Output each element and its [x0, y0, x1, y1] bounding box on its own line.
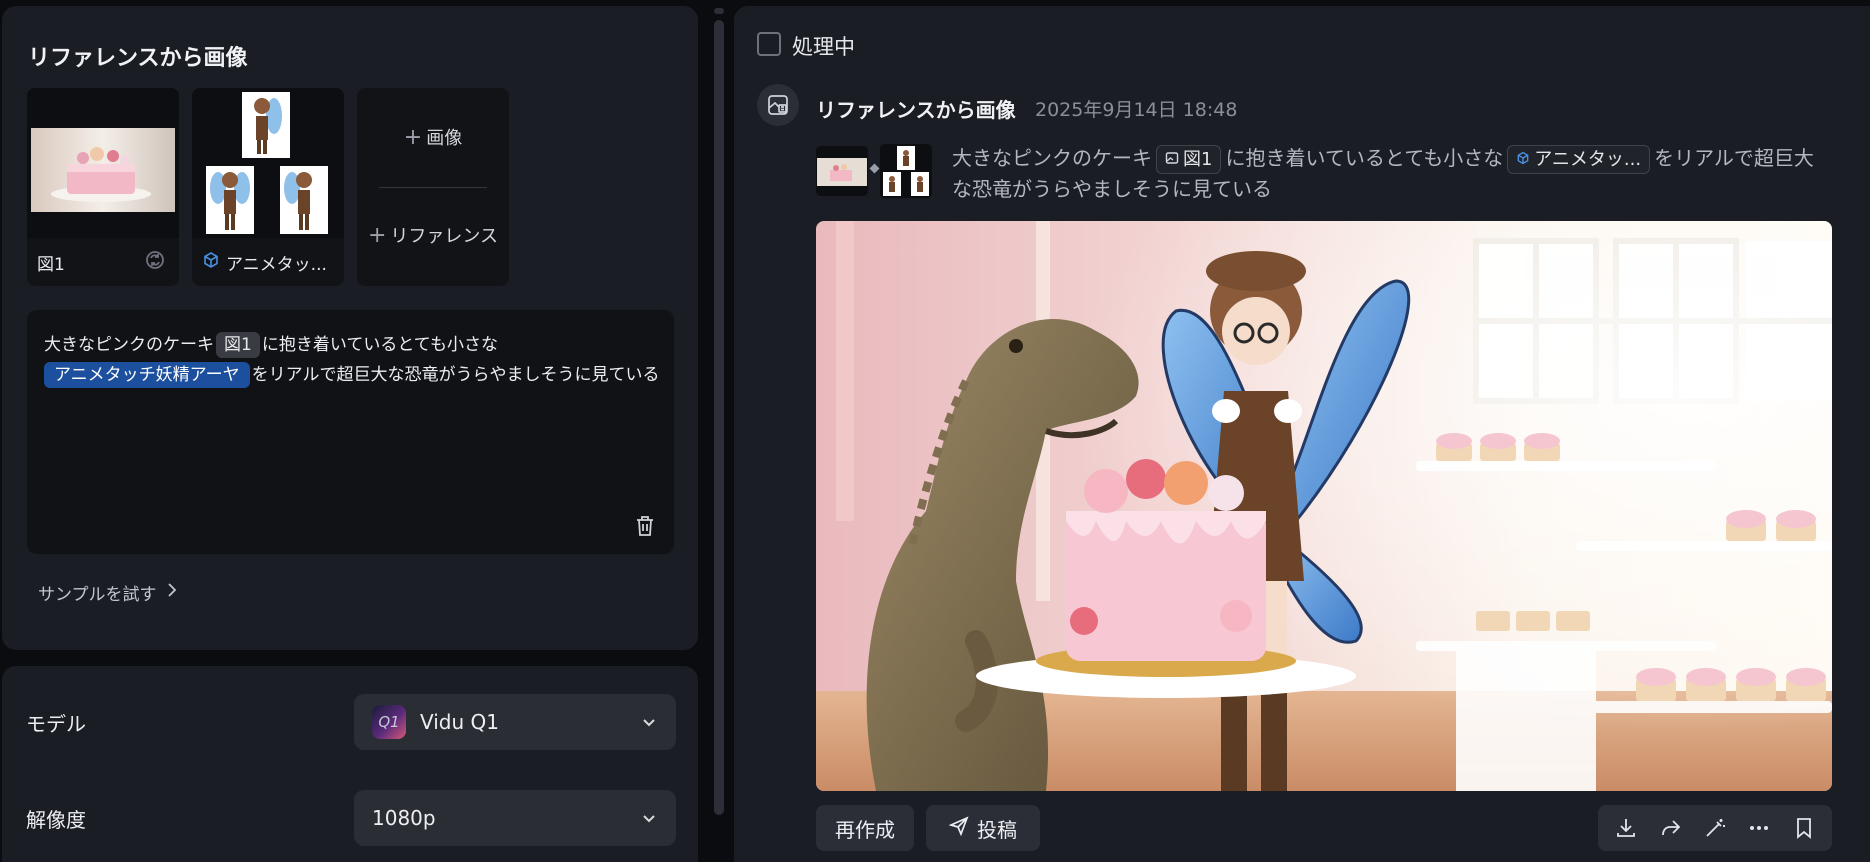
cube-icon [202, 251, 220, 274]
generation-prompt: 大きなピンクのケーキ 図1 に抱き着いているとても小さな アニメタッ... をリアルで超… [952, 145, 1814, 201]
prompt-editor[interactable]: 大きなピンクのケーキ 図1 に抱き着いているとても小さな アニメタッチ妖精アーヤ をリ… [27, 310, 674, 554]
reference-card-fig1[interactable]: 図1 [27, 88, 179, 286]
reference-image-mode-icon [757, 84, 799, 126]
processing-label: 処理中 [792, 35, 855, 59]
image-icon [1165, 146, 1179, 173]
more-icon[interactable] [1744, 813, 1774, 843]
add-reference-card: + 画像 + リファレンス [357, 88, 509, 286]
send-icon [948, 815, 969, 841]
divider [379, 187, 487, 188]
chevron-right-icon [167, 582, 177, 603]
reference-thumbnail-character[interactable] [880, 144, 932, 198]
bookmark-icon[interactable] [1789, 813, 1819, 843]
download-icon[interactable] [1611, 813, 1641, 843]
vidu-logo-icon: Q1 [372, 705, 406, 739]
swap-icon[interactable] [143, 248, 167, 272]
resolution-value: 1080p [372, 806, 436, 830]
add-reference-button[interactable]: + リファレンス [357, 222, 509, 248]
resolution-label: 解像度 [26, 808, 86, 832]
reference-label: 図1 [37, 255, 65, 275]
share-icon[interactable] [1656, 813, 1686, 843]
processing-checkbox[interactable] [757, 32, 781, 56]
settings-panel: モデル Q1 Vidu Q1 解像度 1080p [2, 666, 698, 862]
model-select[interactable]: Q1 Vidu Q1 [354, 694, 676, 750]
trash-icon[interactable] [634, 514, 656, 538]
fairy-character-thumbnail [192, 88, 344, 238]
model-label: モデル [26, 712, 86, 736]
chevron-down-icon [640, 808, 658, 826]
reference-chip-fig1[interactable]: 図1 [1156, 145, 1222, 174]
add-image-button[interactable]: + 画像 [357, 124, 509, 150]
reference-label: アニメタッ... [202, 250, 327, 275]
recreate-button[interactable]: 再作成 [816, 805, 914, 851]
scrollbar-cap [714, 8, 724, 14]
try-sample-link[interactable]: サンプルを試す [38, 580, 177, 605]
chevron-down-icon [640, 712, 658, 730]
result-toolbar [1598, 805, 1832, 851]
generation-title: リファレンスから画像 [816, 98, 1016, 122]
cube-icon [1516, 146, 1530, 173]
panel-title: リファレンスから画像 [28, 46, 248, 71]
reference-chip-character[interactable]: アニメタッ... [1507, 145, 1651, 174]
generation-timestamp: 2025年9月14日 18:48 [1035, 99, 1238, 121]
prompt-text[interactable]: 大きなピンクのケーキ 図1 に抱き着いているとても小さな アニメタッチ妖精アーヤ をリ… [44, 330, 664, 390]
cake-thumbnail [27, 88, 179, 238]
reference-chip-character[interactable]: アニメタッチ妖精アーヤ [44, 362, 250, 388]
model-value: Vidu Q1 [420, 710, 499, 734]
magic-wand-icon[interactable] [1700, 813, 1730, 843]
reference-thumbnail-cake[interactable] [816, 146, 868, 196]
plus-icon: + [403, 125, 423, 150]
resolution-select[interactable]: 1080p [354, 790, 676, 846]
reference-chip-fig1[interactable]: 図1 [216, 332, 260, 358]
plus-icon: + [367, 223, 387, 248]
reference-to-image-panel: リファレンスから画像 図1 アニメタッ... + 画像 + リファレンス 大きな… [2, 6, 698, 650]
reference-card-character[interactable]: アニメタッ... [192, 88, 344, 286]
generated-image[interactable] [816, 221, 1832, 791]
post-button[interactable]: 投稿 [926, 805, 1040, 851]
scrollbar[interactable] [714, 20, 724, 815]
